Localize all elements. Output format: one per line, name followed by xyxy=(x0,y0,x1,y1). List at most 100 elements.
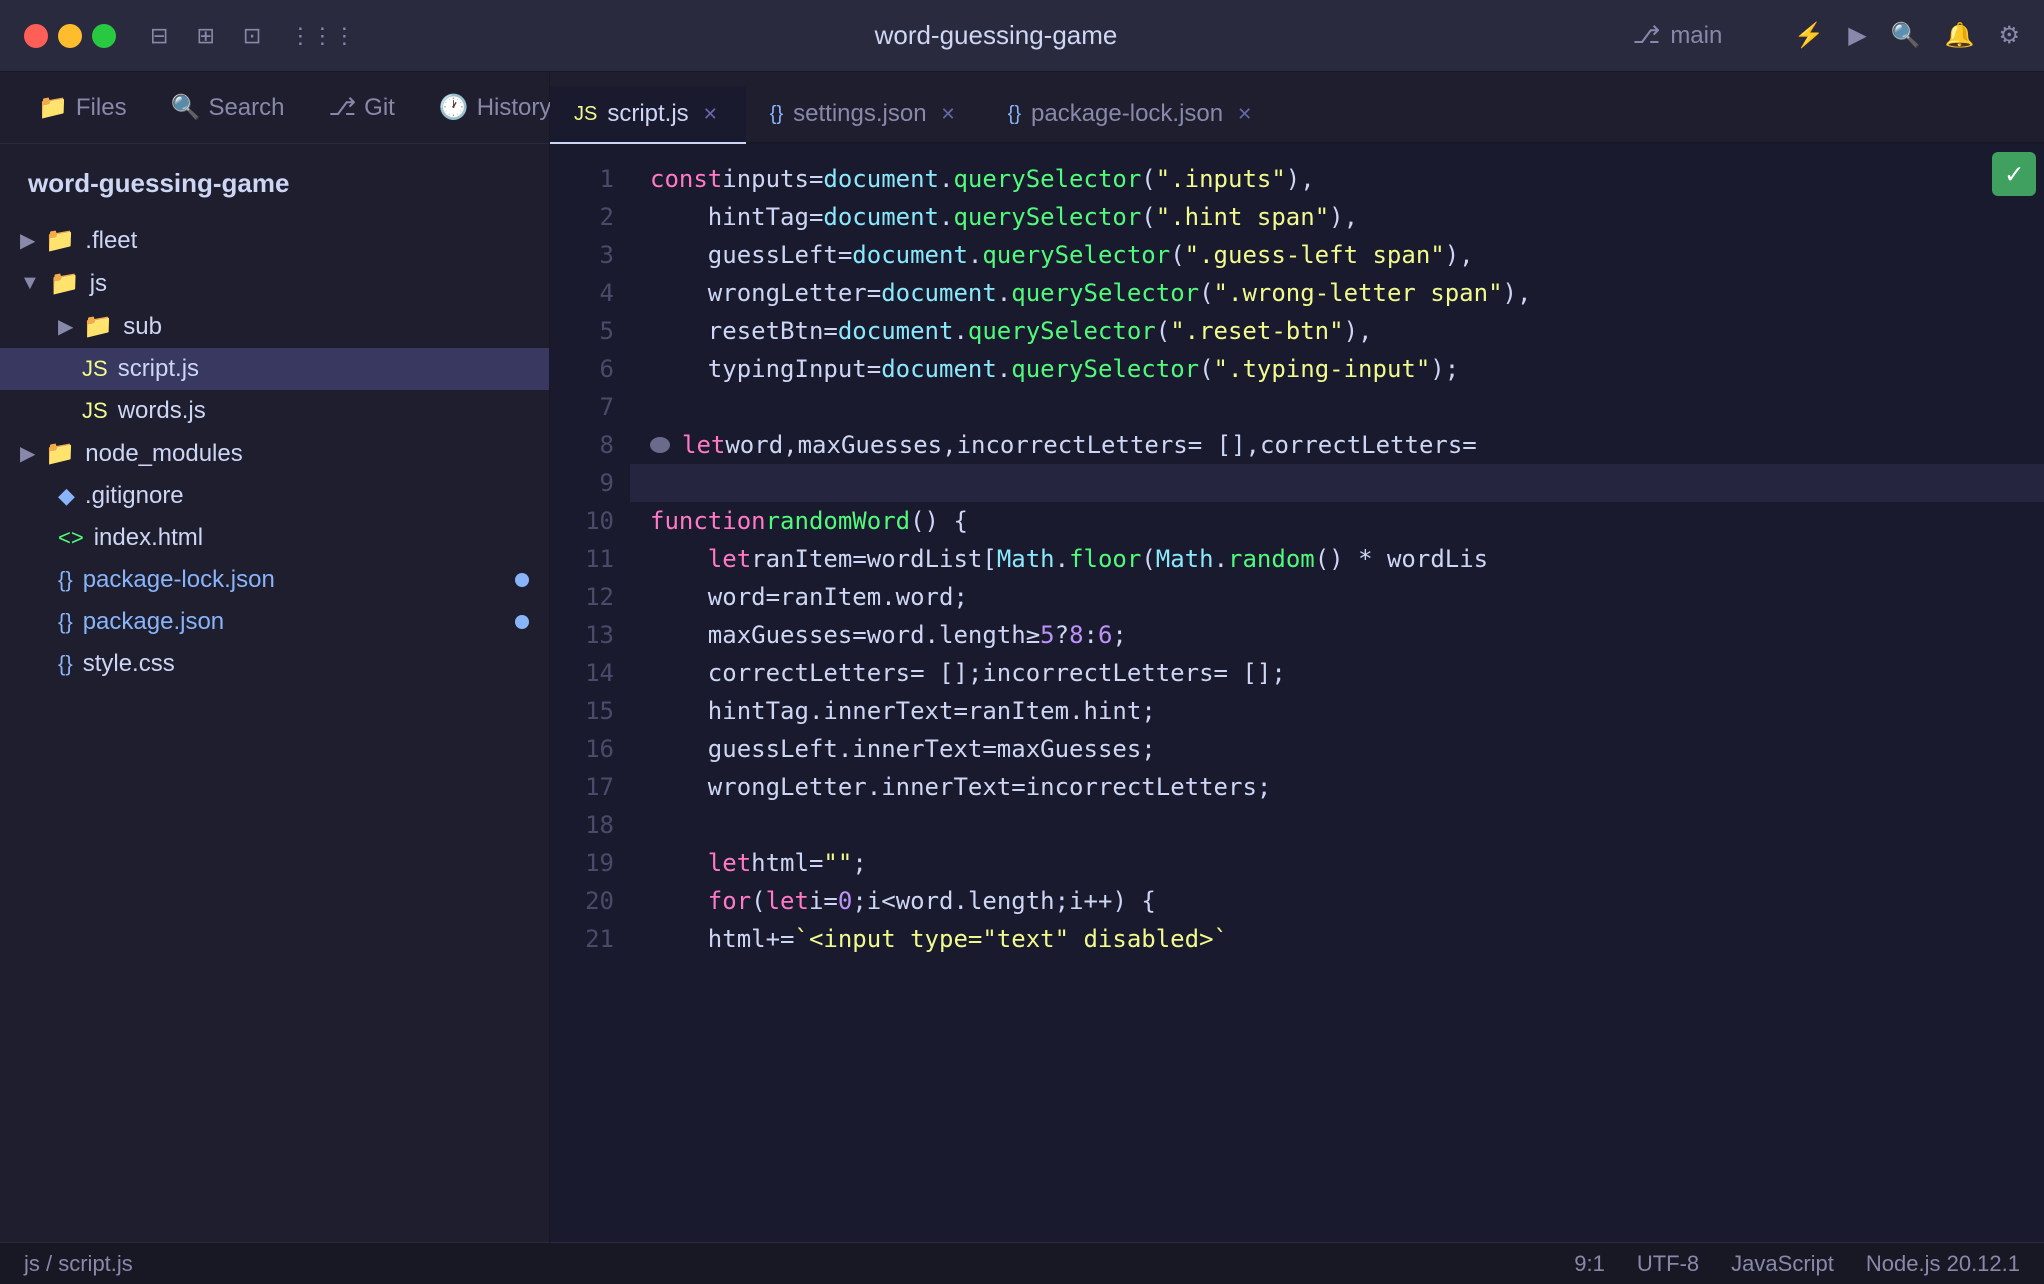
identifier: innerText xyxy=(881,768,1011,806)
nav-history[interactable]: 🕐 History xyxy=(421,83,570,132)
identifier: maxGuesses xyxy=(997,730,1142,768)
tree-item-index-html[interactable]: <> index.html xyxy=(0,517,549,559)
line-num: 10 xyxy=(550,502,630,540)
tab-close-button[interactable]: ✕ xyxy=(1233,102,1256,127)
code-line: guessLeft = document . querySelector ( "… xyxy=(630,236,2044,274)
tree-item-words-js[interactable]: JS words.js xyxy=(0,390,549,432)
checkmark-badge: ✓ xyxy=(1992,152,2036,196)
code-line: hintTag . innerText = ranItem . hint ; xyxy=(630,692,2044,730)
nav-files[interactable]: 📁 Files xyxy=(20,83,145,132)
plain-text xyxy=(650,198,708,236)
keyword: for xyxy=(708,882,751,920)
line-num: 21 xyxy=(550,920,630,958)
tree-item-style-css[interactable]: {} style.css xyxy=(0,643,549,685)
identifier: word xyxy=(867,616,925,654)
plain-text: . xyxy=(1055,540,1069,578)
tab-script-js[interactable]: JS script.js ✕ xyxy=(550,86,746,144)
sidebar: 📁 Files 🔍 Search ⎇ Git 🕐 History + word-… xyxy=(0,72,550,1284)
grid-icon[interactable]: ⋮⋮⋮ xyxy=(289,23,355,49)
bell-icon[interactable]: 🔔 xyxy=(1945,21,1975,50)
tree-item-package-json[interactable]: {} package.json xyxy=(0,601,549,643)
titlebar-actions: ⚡ ▶ 🔍 🔔 ⚙ xyxy=(1794,21,2020,50)
folder-icon: 📁 xyxy=(83,312,113,341)
tab-settings-json[interactable]: {} settings.json ✕ xyxy=(746,86,984,144)
code-line: resetBtn = document . querySelector ( ".… xyxy=(630,312,2044,350)
keyword: let xyxy=(708,540,751,578)
settings-icon[interactable]: ⚙ xyxy=(1998,21,2020,50)
code-line: function randomWord () { xyxy=(630,502,2044,540)
method-name: querySelector xyxy=(1011,274,1199,312)
tree-item-gitignore[interactable]: ◆ .gitignore xyxy=(0,475,549,517)
keyword: let xyxy=(766,882,809,920)
nav-search[interactable]: 🔍 Search xyxy=(153,83,303,132)
lightning-icon[interactable]: ⚡ xyxy=(1794,21,1824,50)
plain-text: () * wordLis xyxy=(1315,540,1488,578)
play-icon[interactable]: ▶ xyxy=(1848,21,1866,50)
line-num: 8 xyxy=(550,426,630,464)
tree-item-package-lock[interactable]: {} package-lock.json xyxy=(0,559,549,601)
search-icon[interactable]: 🔍 xyxy=(1891,21,1921,50)
plain-text: ; xyxy=(1141,692,1155,730)
identifier: innerText xyxy=(823,692,953,730)
minimize-button[interactable] xyxy=(58,24,82,48)
files-icon: 📁 xyxy=(38,93,68,122)
code-line xyxy=(630,388,2044,426)
plain-text: < xyxy=(881,882,895,920)
identifier: word xyxy=(708,578,766,616)
nav-git-label: Git xyxy=(364,94,395,122)
code-line: html += `<input type="text" disabled>` xyxy=(630,920,2044,958)
plain-text: ( xyxy=(1170,236,1184,274)
plain-text: = xyxy=(838,236,852,274)
file-label: sub xyxy=(123,313,162,341)
string-literal: `<input type="text" disabled>` xyxy=(795,920,1228,958)
code-area[interactable]: 1 2 3 4 5 6 7 8 9 10 11 12 13 14 15 16 1… xyxy=(550,144,2044,1242)
identifier: document xyxy=(881,274,997,312)
identifier: correctLetters xyxy=(1260,426,1462,464)
split-icon[interactable]: ⊡ xyxy=(243,23,261,49)
keyword: let xyxy=(682,426,725,464)
plain-text: ); xyxy=(1430,350,1459,388)
tab-package-lock[interactable]: {} package-lock.json ✕ xyxy=(984,86,1281,144)
maximize-button[interactable] xyxy=(92,24,116,48)
plain-text xyxy=(650,882,708,920)
file-label: js xyxy=(90,270,107,298)
plain-text: , xyxy=(942,426,956,464)
plain-text: ), xyxy=(1503,274,1532,312)
line-num: 16 xyxy=(550,730,630,768)
plain-text: = [], xyxy=(1188,426,1260,464)
plain-text: . xyxy=(867,768,881,806)
plain-text: ( xyxy=(1199,274,1213,312)
line-num: 2 xyxy=(550,198,630,236)
identifier: maxGuesses xyxy=(798,426,943,464)
plain-text: = []; xyxy=(1214,654,1286,692)
close-button[interactable] xyxy=(24,24,48,48)
folder-icon: 📁 xyxy=(45,439,75,468)
layout-icon[interactable]: ⊞ xyxy=(196,23,214,49)
code-line xyxy=(630,806,2044,844)
code-line: guessLeft . innerText = maxGuesses ; xyxy=(630,730,2044,768)
tab-close-button[interactable]: ✕ xyxy=(699,102,722,127)
sidebar-toggle-icon[interactable]: ⊟ xyxy=(150,23,168,49)
string-literal: ".hint span" xyxy=(1156,198,1329,236)
search-icon: 🔍 xyxy=(171,93,201,122)
tree-item-node-modules[interactable]: ▶ 📁 node_modules xyxy=(0,432,549,475)
file-label: node_modules xyxy=(85,440,242,468)
plain-text: = xyxy=(809,198,823,236)
tab-close-button[interactable]: ✕ xyxy=(937,102,960,127)
identifier: document xyxy=(881,350,997,388)
tree-item-sub[interactable]: ▶ 📁 sub xyxy=(0,305,549,348)
tree-item-fleet[interactable]: ▶ 📁 .fleet xyxy=(0,219,549,262)
plain-text xyxy=(650,920,708,958)
nav-git[interactable]: ⎇ Git xyxy=(311,83,413,132)
tree-item-js[interactable]: ▼ 📁 js xyxy=(0,262,549,305)
code-line: hintTag = document . querySelector ( ".h… xyxy=(630,198,2044,236)
line-num: 14 xyxy=(550,654,630,692)
plain-text: . xyxy=(953,882,967,920)
tree-item-script-js[interactable]: JS script.js xyxy=(0,348,549,390)
line-num: 12 xyxy=(550,578,630,616)
plain-text: ++) { xyxy=(1084,882,1156,920)
language: JavaScript xyxy=(1731,1251,1834,1277)
plain-text: ( xyxy=(1141,198,1155,236)
identifier: document xyxy=(852,236,968,274)
plain-text: ( xyxy=(1141,160,1155,198)
